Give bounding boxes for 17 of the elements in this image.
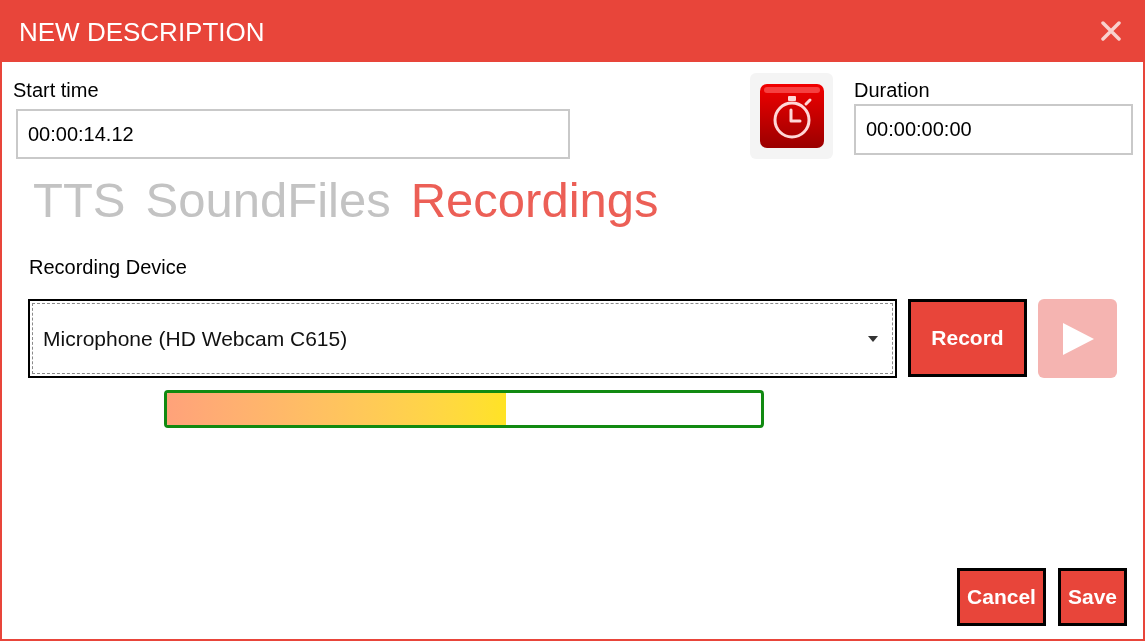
dialog-button[interactable]: Cancel xyxy=(957,568,1046,626)
stopwatch-icon xyxy=(759,84,824,148)
close-icon xyxy=(1101,21,1121,41)
play-icon xyxy=(1060,321,1095,356)
recording-device-dropdown[interactable]: Microphone (HD Webcam C615) xyxy=(28,299,897,378)
start-time-field[interactable]: 00:00:14.12 xyxy=(16,109,570,159)
recording-device-label: Recording Device xyxy=(29,255,187,279)
close-button[interactable] xyxy=(1099,19,1123,43)
duration-label: Duration xyxy=(854,78,931,102)
stopwatch-button[interactable] xyxy=(750,73,833,159)
record-button[interactable]: Record xyxy=(908,299,1027,377)
duration-field[interactable]: 00:00:00:00 xyxy=(854,104,1133,155)
mode-tab[interactable]: Recordings xyxy=(410,174,659,226)
start-time-label: Start time xyxy=(13,78,100,102)
dialog-button[interactable]: Save xyxy=(1057,568,1127,626)
caret-icon xyxy=(868,335,878,342)
window-title: NEW DESCRIPTION xyxy=(19,17,265,47)
